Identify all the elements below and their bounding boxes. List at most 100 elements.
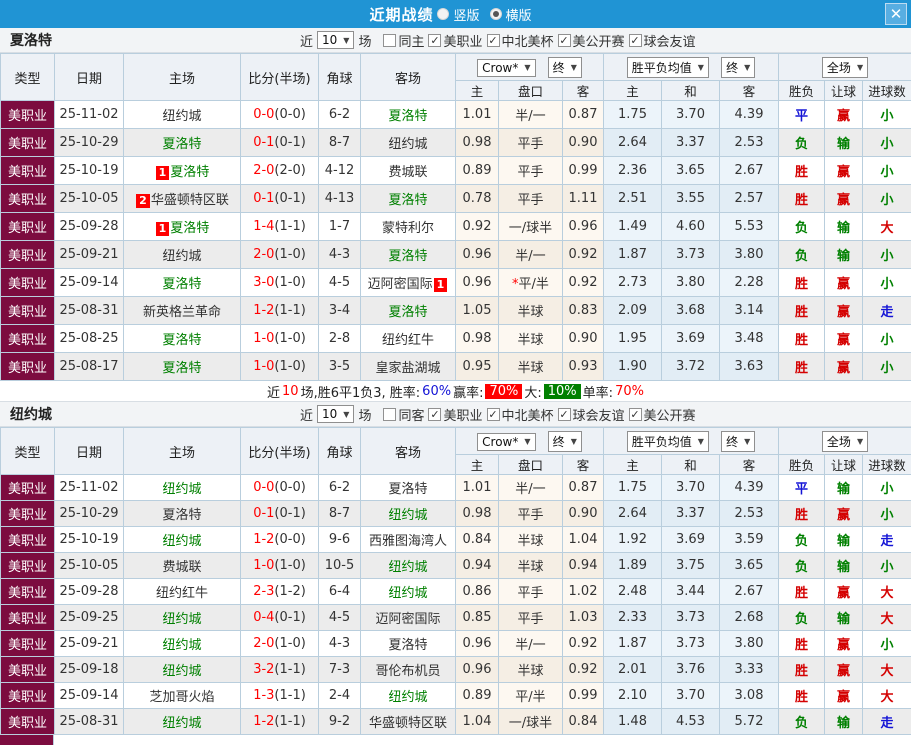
cell-avg-draw: 3.37 bbox=[661, 500, 721, 527]
league-checkbox[interactable]: ✓ 美公开赛 bbox=[557, 31, 625, 50]
cell-avg-lose: 2.68 bbox=[719, 604, 780, 631]
cell-away-team: 纽约城 bbox=[360, 578, 456, 605]
match-count-value: 10 bbox=[322, 33, 338, 47]
scope-value: 全场 bbox=[826, 434, 851, 449]
halftime-score: (0-1) bbox=[274, 191, 306, 206]
cell-odds-home: 0.92 bbox=[455, 212, 499, 241]
cell-odds-away: 0.92 bbox=[561, 656, 605, 683]
col-corner: 角球 bbox=[318, 427, 361, 475]
chevron-down-icon: ▼ bbox=[744, 62, 751, 72]
avg-time-select[interactable]: 终 ▼ bbox=[721, 56, 756, 78]
cell-result-handicap: 赢 bbox=[824, 100, 864, 129]
checkbox-label: 球会友谊 bbox=[572, 408, 625, 424]
summary-segment: 70% bbox=[615, 383, 644, 399]
team-label: 新英格兰革命 bbox=[142, 305, 221, 320]
cell-corners: 4-3 bbox=[318, 240, 361, 269]
checkbox-label: 球会友谊 bbox=[643, 34, 696, 50]
cell-avg-lose: 2.67 bbox=[719, 156, 780, 185]
cell-home-team: 1 夏洛特 bbox=[123, 212, 241, 241]
cell-date: 25-11-02 bbox=[54, 100, 124, 129]
odds-company-select[interactable]: Crow* ▼ bbox=[477, 432, 536, 451]
cell-avg-draw: 3.73 bbox=[661, 630, 721, 657]
cell-avg-win: 2.48 bbox=[603, 578, 663, 605]
close-icon: ✕ bbox=[889, 5, 903, 23]
cell-result-outcome: 胜 bbox=[778, 656, 826, 683]
radio-icon bbox=[489, 8, 502, 20]
odds-group-header: Crow* ▼ 终 ▼ bbox=[454, 427, 605, 455]
league-checkbox[interactable]: ✓ 美公开赛 bbox=[628, 405, 696, 424]
view-mode-radio[interactable]: 横版 bbox=[489, 5, 532, 24]
avg-select[interactable]: 胜平负均值 ▼ bbox=[626, 56, 709, 78]
same-venue-checkbox[interactable]: ✓同主 bbox=[383, 31, 424, 50]
scope-select[interactable]: 全场 ▼ bbox=[821, 56, 869, 78]
fulltime-score: 0-4 bbox=[253, 610, 275, 625]
cell-result-goals: 走 bbox=[862, 296, 911, 325]
odds-time-select[interactable]: 终 ▼ bbox=[547, 56, 582, 78]
cell-result-goals: 小 bbox=[862, 128, 911, 157]
halftime-score: (1-0) bbox=[274, 558, 306, 573]
cell-result-goals: 小 bbox=[862, 552, 911, 579]
avg-select[interactable]: 胜平负均值 ▼ bbox=[626, 430, 709, 452]
chevron-down-icon: ▼ bbox=[856, 436, 864, 446]
cell-home-team: 纽约城 bbox=[123, 526, 241, 553]
close-button[interactable]: ✕ bbox=[885, 3, 907, 25]
cell-result-handicap: 输 bbox=[824, 552, 864, 579]
cell-result-handicap: 赢 bbox=[824, 630, 864, 657]
partial-next-row bbox=[0, 735, 911, 745]
team-label: 华盛顿特区联 bbox=[150, 193, 229, 208]
cell-score: 0-0(0-0) bbox=[240, 474, 319, 501]
cell-corners: 4-5 bbox=[318, 604, 361, 631]
halftime-score: (1-1) bbox=[274, 219, 306, 234]
same-venue-checkbox[interactable]: ✓同客 bbox=[383, 405, 424, 424]
cell-result-goals: 小 bbox=[862, 100, 911, 129]
league-checkbox[interactable]: ✓ 美职业 bbox=[428, 31, 483, 50]
team-label: 费城联 bbox=[162, 560, 202, 575]
table-row: 美职业 25-09-14 夏洛特 3-0(1-0) 4-5 迈阿密国际 1 0.96 *平/半 0… bbox=[0, 268, 911, 297]
cell-avg-lose: 5.72 bbox=[719, 708, 780, 735]
cell-odds-handicap: 半/一 bbox=[498, 100, 563, 129]
halftime-score: (1-1) bbox=[274, 688, 306, 703]
team-label: 纽约城 bbox=[162, 482, 202, 497]
team-label: 纽约城 bbox=[162, 638, 202, 653]
col-score: 比分(半场) bbox=[240, 53, 319, 101]
cell-avg-draw: 3.69 bbox=[661, 526, 721, 553]
table-row: 美职业 25-09-18 纽约城 3-2(1-1) 7-3 哥伦布机员 0.96 半球 0.92… bbox=[0, 656, 911, 683]
avg-time-select[interactable]: 终 ▼ bbox=[721, 430, 756, 452]
odds-time-select[interactable]: 终 ▼ bbox=[547, 430, 582, 452]
cell-odds-away: 0.99 bbox=[561, 682, 605, 709]
odds-company-select[interactable]: Crow* ▼ bbox=[477, 58, 536, 77]
cell-odds-handicap: 平手 bbox=[498, 578, 563, 605]
cell-away-team: 纽约红牛 bbox=[360, 324, 456, 353]
cell-result-outcome: 负 bbox=[778, 128, 826, 157]
cell-result-goals: 小 bbox=[862, 352, 911, 381]
cell-corners: 9-6 bbox=[318, 526, 361, 553]
cell-odds-away: 0.93 bbox=[561, 352, 605, 381]
cell-result-outcome: 负 bbox=[778, 240, 826, 269]
rank-badge: 1 bbox=[433, 278, 448, 292]
cell-odds-handicap: *平/半 bbox=[498, 268, 563, 297]
team-label: 夏洛特 bbox=[170, 165, 210, 180]
checkbox-icon: ✓ bbox=[383, 33, 397, 47]
cell-avg-draw: 3.37 bbox=[661, 128, 721, 157]
league-checkbox[interactable]: ✓ 美职业 bbox=[428, 405, 483, 424]
subcol: 进球数 bbox=[862, 454, 911, 475]
league-checkbox[interactable]: ✓ 中北美杯 bbox=[486, 405, 554, 424]
match-count-select[interactable]: 10 ▼ bbox=[317, 31, 355, 49]
halftime-score: (1-1) bbox=[274, 714, 306, 729]
cell-home-team: 2 华盛顿特区联 bbox=[123, 184, 241, 213]
cell-date: 25-09-14 bbox=[54, 268, 124, 297]
cell-result-outcome: 胜 bbox=[778, 578, 826, 605]
cell-result-outcome: 胜 bbox=[778, 296, 826, 325]
cell-home-team: 纽约城 bbox=[123, 604, 241, 631]
fulltime-score: 1-4 bbox=[253, 219, 275, 234]
scope-select[interactable]: 全场 ▼ bbox=[821, 430, 869, 452]
league-checkbox[interactable]: ✓ 球会友谊 bbox=[628, 31, 696, 50]
cell-home-team: 夏洛特 bbox=[123, 128, 241, 157]
match-count-select[interactable]: 10 ▼ bbox=[317, 405, 355, 423]
league-checkbox[interactable]: ✓ 球会友谊 bbox=[557, 405, 625, 424]
cell-home-team: 新英格兰革命 bbox=[123, 296, 241, 325]
league-checkbox[interactable]: ✓ 中北美杯 bbox=[486, 31, 554, 50]
cell-away-team: 夏洛特 bbox=[360, 474, 456, 501]
team-label: 夏洛特 bbox=[170, 221, 210, 236]
view-mode-radio[interactable]: 竖版 bbox=[437, 5, 480, 24]
